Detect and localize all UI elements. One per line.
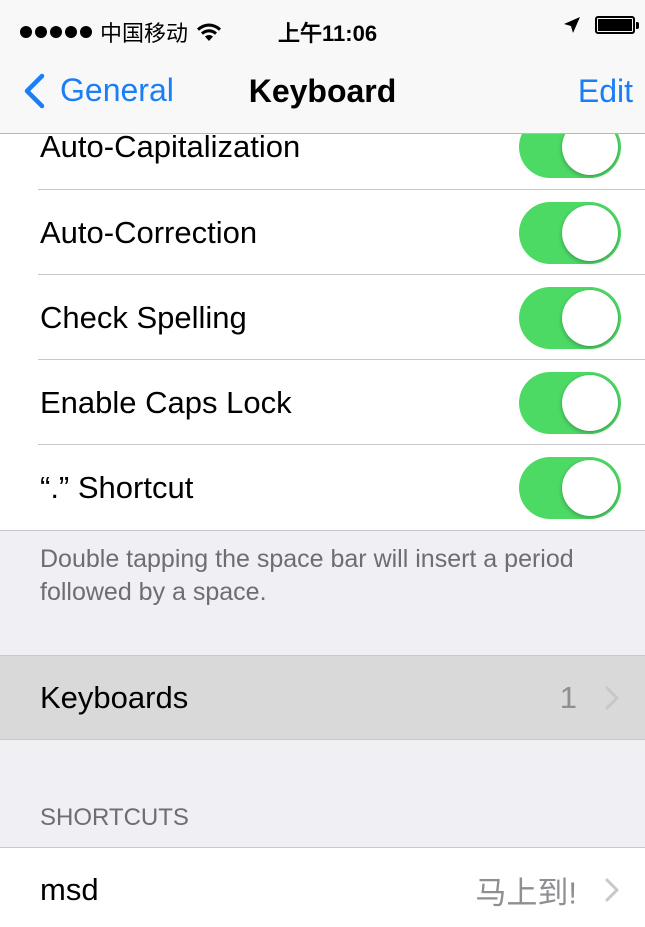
signal-dots-icon — [20, 26, 92, 38]
toggle-knob — [562, 204, 618, 261]
setting-row-enable-caps-lock: Enable Caps Lock — [0, 360, 645, 445]
toggle-knob — [562, 289, 618, 346]
setting-row-period-shortcut: “.” Shortcut — [0, 445, 645, 530]
navigation-bar: General Keyboard Edit — [0, 58, 645, 133]
toggle-knob — [562, 374, 618, 431]
status-bar: 中国移动 上午11:06 — [0, 0, 645, 58]
setting-row-check-spelling: Check Spelling — [0, 275, 645, 360]
chevron-right-icon — [605, 686, 619, 709]
keyboards-count: 1 — [559, 679, 577, 715]
status-right — [563, 16, 639, 34]
shortcut-value: 马上到! — [475, 875, 577, 911]
check-spelling-toggle[interactable] — [519, 286, 621, 349]
toggle-group: Auto-Capitalization Auto-Correction Chec… — [0, 105, 645, 530]
shortcuts-section-header: SHORTCUTS — [40, 804, 189, 831]
battery-icon — [595, 16, 639, 34]
status-left: 中国移动 — [20, 16, 222, 48]
keyboards-row[interactable]: Keyboards 1 — [0, 655, 645, 740]
auto-correction-toggle[interactable] — [519, 201, 621, 264]
shortcut-row[interactable]: msd 马上到! — [0, 847, 645, 927]
location-arrow-icon — [564, 17, 580, 33]
setting-label: Check Spelling — [40, 299, 247, 335]
keyboards-label: Keyboards — [40, 679, 189, 715]
wifi-icon — [197, 23, 222, 41]
setting-label: “.” Shortcut — [40, 469, 194, 505]
toggle-knob — [562, 459, 618, 516]
chevron-right-icon — [605, 878, 619, 902]
period-shortcut-footer: Double tapping the space bar will insert… — [40, 545, 574, 606]
setting-label: Enable Caps Lock — [40, 384, 292, 420]
settings-screen: Auto-Capitalization Auto-Correction Chec… — [0, 0, 645, 927]
setting-label: Auto-Correction — [40, 214, 258, 250]
setting-label: Auto-Capitalization — [40, 129, 301, 164]
period-shortcut-toggle[interactable] — [519, 456, 621, 519]
setting-row-auto-correction: Auto-Correction — [0, 190, 645, 275]
top-bar: 中国移动 上午11:06 General Keyboard Edit — [0, 0, 645, 134]
carrier-name: 中国移动 — [100, 21, 189, 46]
group-bottom-border — [0, 530, 645, 531]
enable-caps-lock-toggle[interactable] — [519, 371, 621, 434]
shortcut-phrase: msd — [40, 872, 99, 907]
status-time: 上午11:06 — [278, 21, 378, 46]
edit-button[interactable]: Edit — [578, 73, 633, 110]
page-title: Keyboard — [248, 73, 397, 109]
